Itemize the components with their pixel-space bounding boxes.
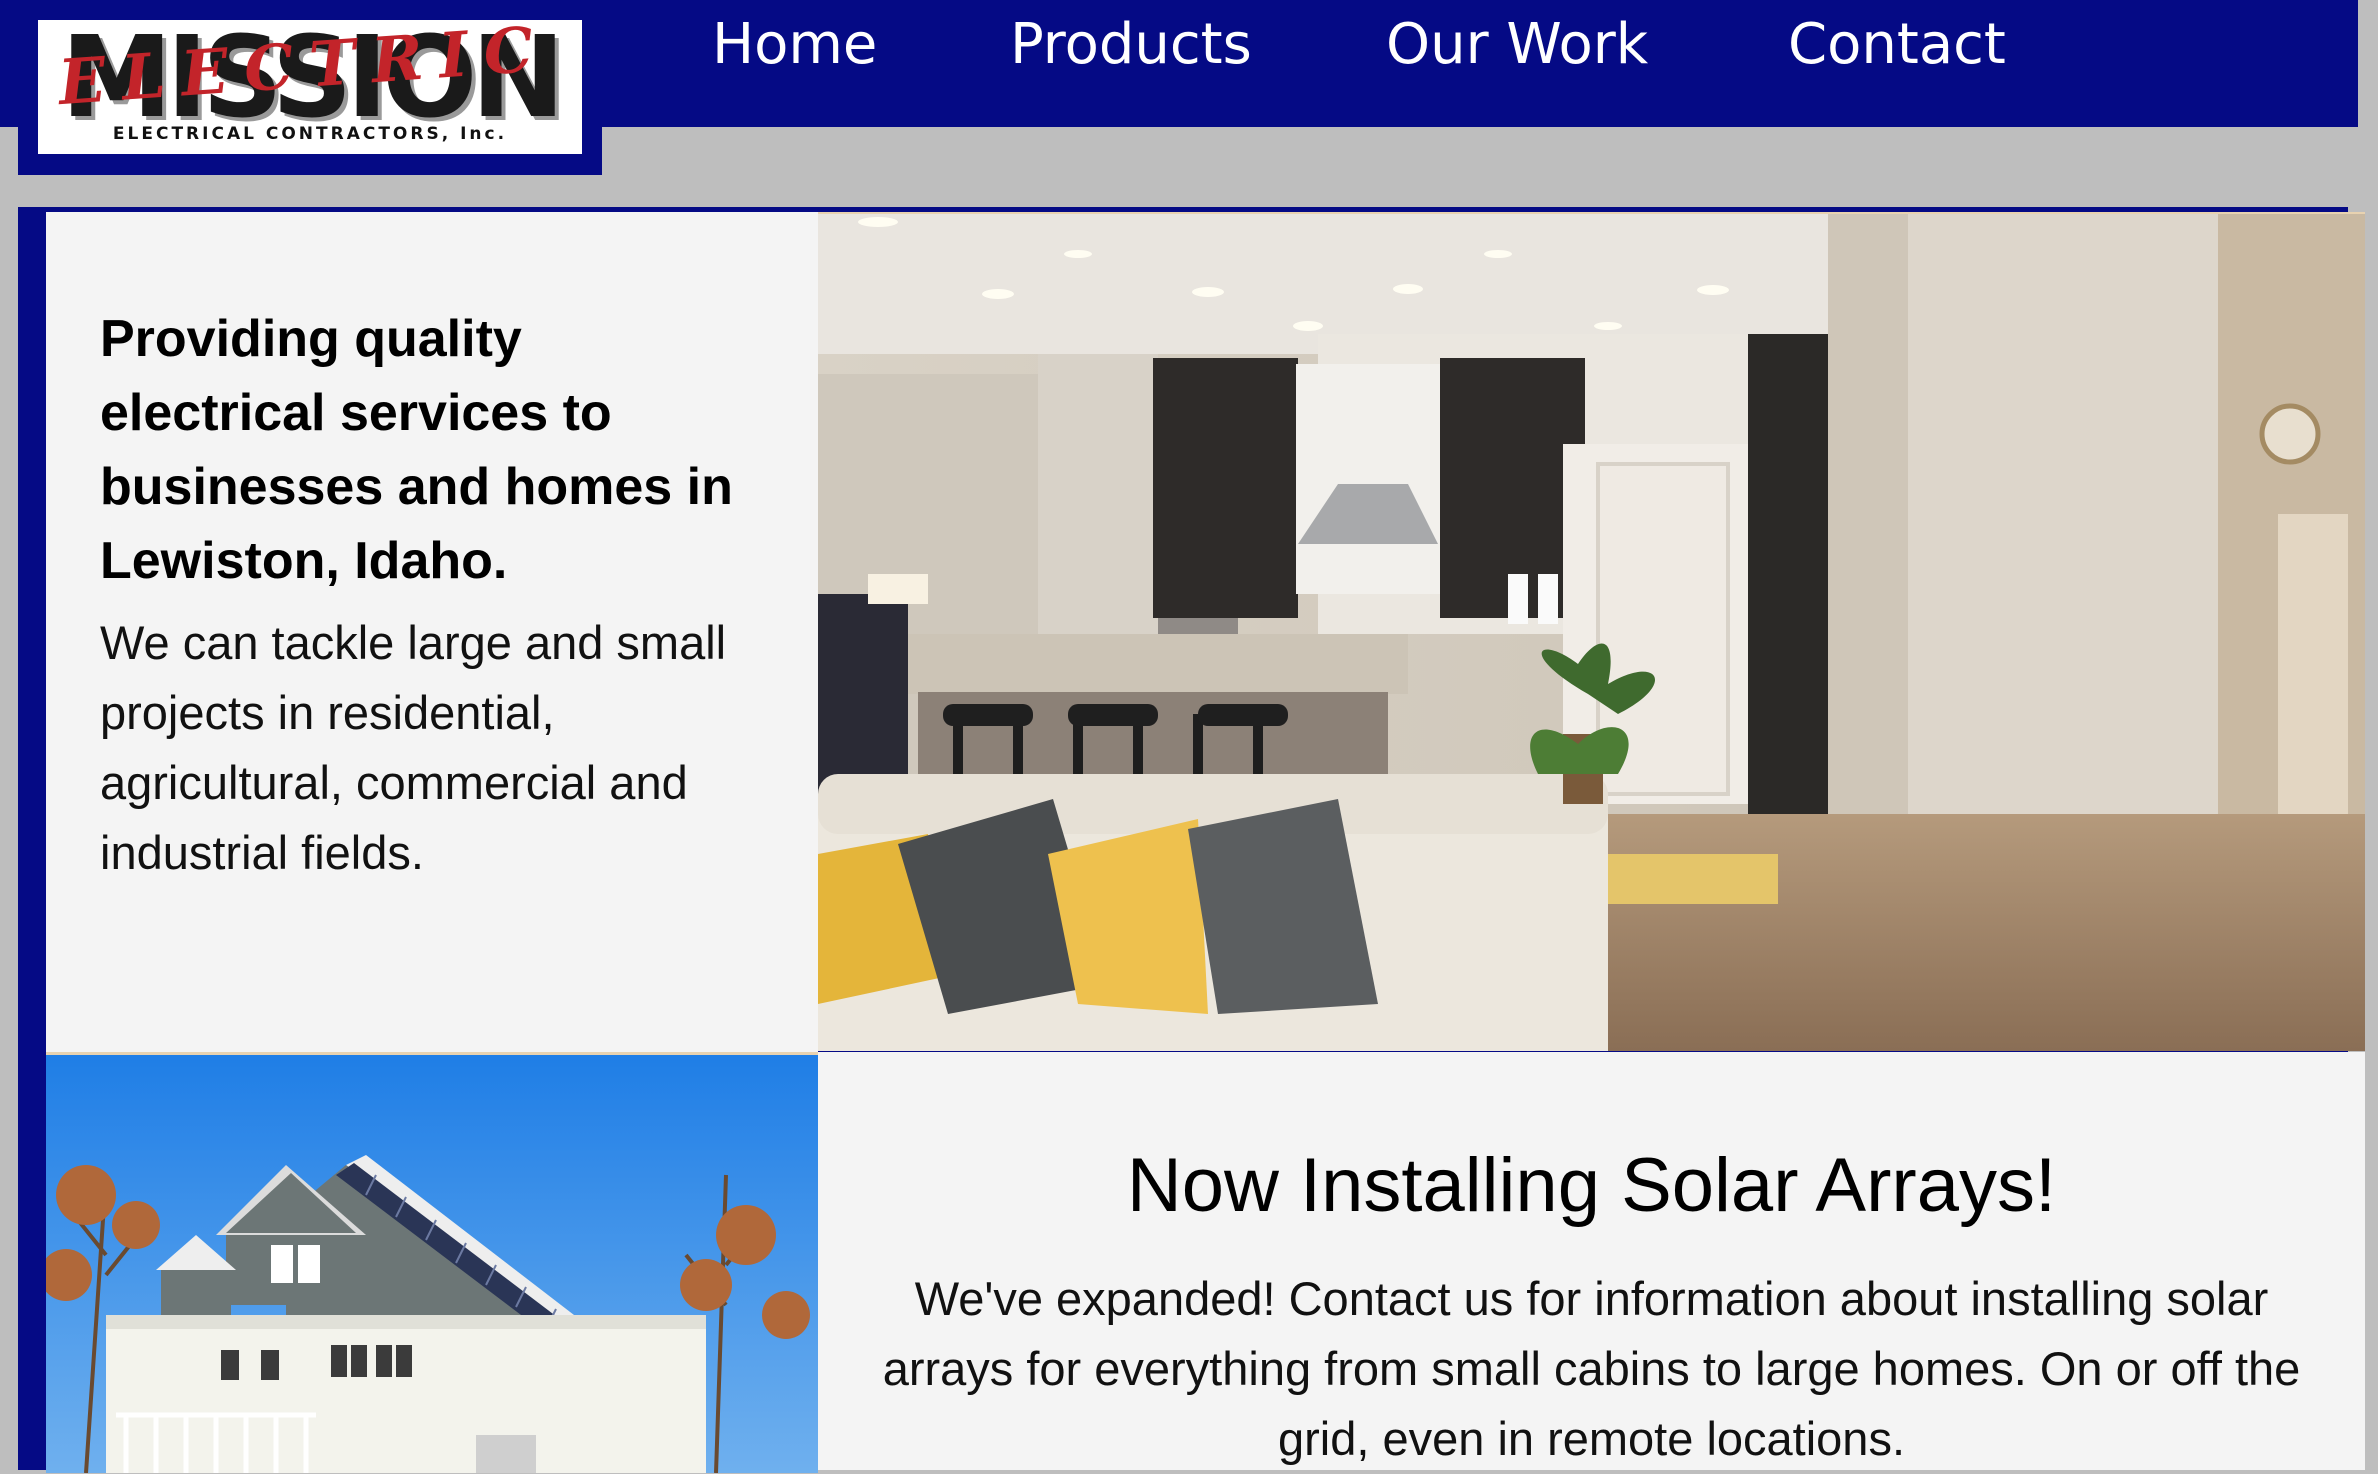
solar-heading: Now Installing Solar Arrays! xyxy=(1126,1143,2057,1228)
house-with-solar-panels-photo xyxy=(46,1052,818,1473)
intro-body-text: We can tackle large and small projects i… xyxy=(100,616,727,879)
nav-link-products[interactable]: Products xyxy=(1010,12,1252,77)
solar-body-text: We've expanded! Contact us for informati… xyxy=(882,1272,2301,1465)
logo[interactable]: MISSION ELECTRIC ELECTRICAL CONTRACTORS,… xyxy=(18,0,602,175)
nav-link-contact[interactable]: Contact xyxy=(1788,12,2006,77)
kitchen-living-room-photo xyxy=(818,212,2365,1051)
nav-link-home[interactable]: Home xyxy=(712,12,877,77)
logo-card: MISSION ELECTRIC ELECTRICAL CONTRACTORS,… xyxy=(38,20,582,154)
main-content: Providing quality electrical services to… xyxy=(18,207,2365,1473)
nav-link-our-work[interactable]: Our Work xyxy=(1386,12,1648,77)
solar-panel-section: Now Installing Solar Arrays! We've expan… xyxy=(818,1052,2365,1470)
intro-heading: Providing quality electrical services to… xyxy=(100,310,733,590)
logo-subtitle: ELECTRICAL CONTRACTORS, Inc. xyxy=(112,124,508,144)
